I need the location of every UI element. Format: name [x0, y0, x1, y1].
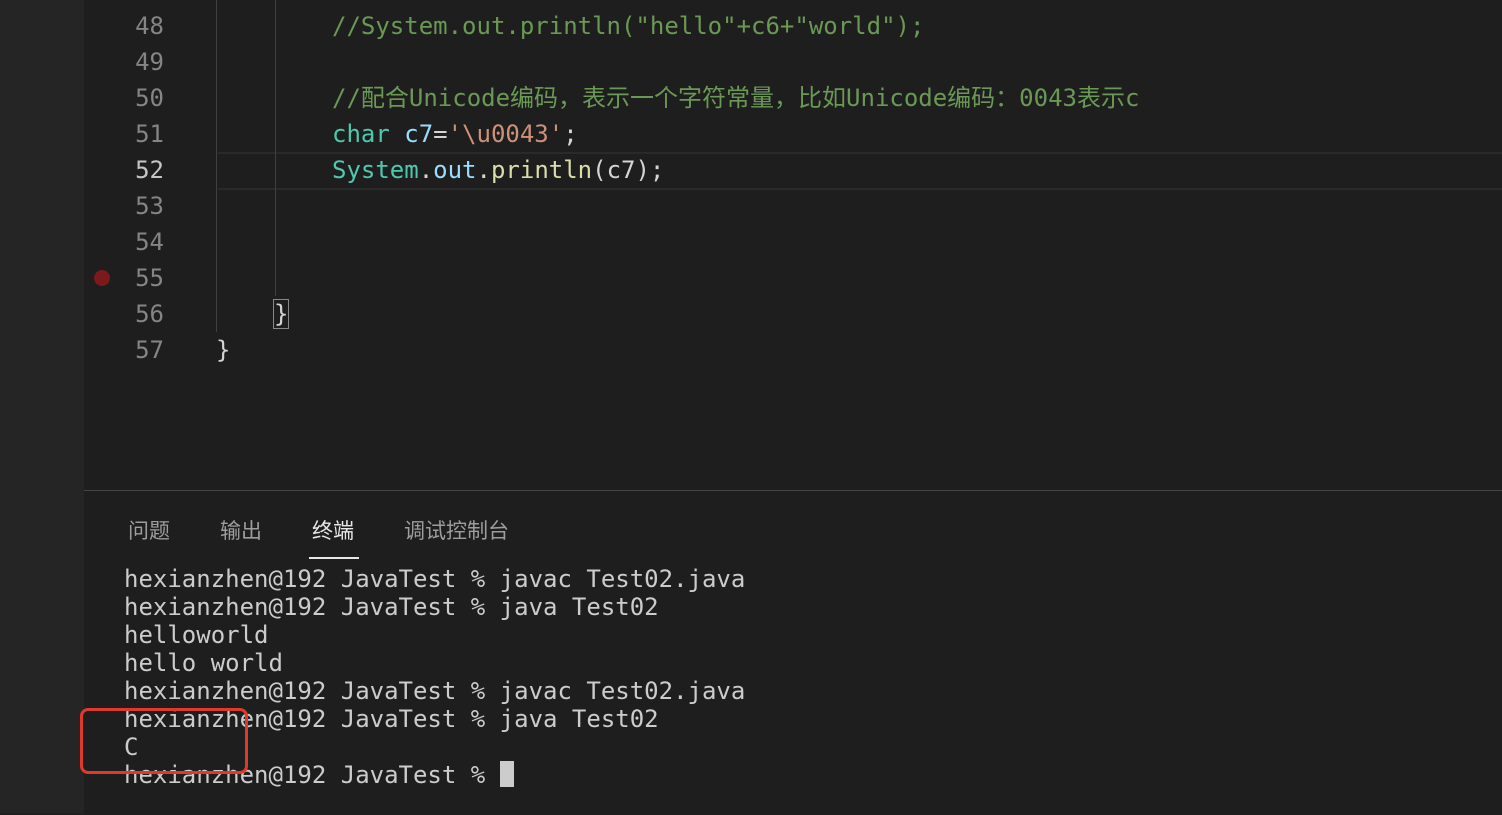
active-tab-indicator	[309, 557, 359, 559]
line-number: 49	[135, 48, 164, 76]
code-line-51[interactable]: char c7='\u0043';	[332, 116, 578, 152]
code-line-50[interactable]: //配合Unicode编码，表示一个字符常量，比如Unicode编码：0043表…	[332, 80, 1139, 116]
field-token: out	[433, 156, 477, 184]
code-line-52[interactable]: System.out.println(c7);	[332, 152, 664, 188]
class-token: System	[332, 156, 419, 184]
indent-guide	[275, 0, 276, 296]
line-number: 56	[135, 300, 164, 328]
semicolon-token: ;	[563, 120, 578, 148]
indent-guide	[216, 0, 217, 332]
terminal-line: hexianzhen@192 JavaTest % javac Test02.j…	[124, 677, 746, 705]
tab-problems[interactable]: 问题	[128, 513, 170, 549]
line-number: 51	[135, 120, 164, 148]
terminal-line: hello world	[124, 649, 283, 677]
code-editor[interactable]: 48 49 50 51 52 53 54 55 56 57 //System.o…	[84, 0, 1502, 490]
code-line-48[interactable]: //System.out.println("hello"+c6+"world")…	[332, 8, 924, 44]
terminal-line: helloworld	[124, 621, 269, 649]
tab-debug-console[interactable]: 调试控制台	[404, 513, 509, 549]
dot-token: .	[418, 156, 434, 184]
terminal-line: hexianzhen@192 JavaTest % java Test02	[124, 593, 659, 621]
keyword-token: char	[332, 120, 390, 148]
terminal-cursor	[499, 761, 514, 787]
line-number-active: 52	[135, 156, 164, 184]
variable-token: c7	[404, 120, 434, 148]
line-number: 54	[135, 228, 164, 256]
code-line-57[interactable]: }	[216, 332, 230, 368]
string-token: '\u0043'	[447, 120, 564, 148]
annotation-highlight-box	[80, 708, 248, 774]
tab-terminal[interactable]: 终端	[312, 513, 354, 549]
line-number: 48	[135, 12, 164, 40]
method-token: println	[490, 156, 593, 184]
terminal-line: hexianzhen@192 JavaTest % javac Test02.j…	[124, 565, 746, 593]
line-number: 57	[135, 336, 164, 364]
matching-brace: }	[272, 299, 290, 329]
tab-output[interactable]: 输出	[220, 513, 262, 549]
left-side-strip	[0, 0, 84, 814]
dot-token: .	[476, 156, 491, 184]
line-number: 53	[135, 192, 164, 220]
breakpoint-dot-icon[interactable]	[94, 270, 110, 286]
bottom-panel: 问题 输出 终端 调试控制台 hexianzhen@192 JavaTest %…	[84, 490, 1502, 815]
args-token: (c7);	[592, 156, 665, 184]
line-number: 50	[135, 84, 164, 112]
operator-token: =	[433, 120, 448, 148]
code-line-56[interactable]: }	[272, 296, 290, 332]
